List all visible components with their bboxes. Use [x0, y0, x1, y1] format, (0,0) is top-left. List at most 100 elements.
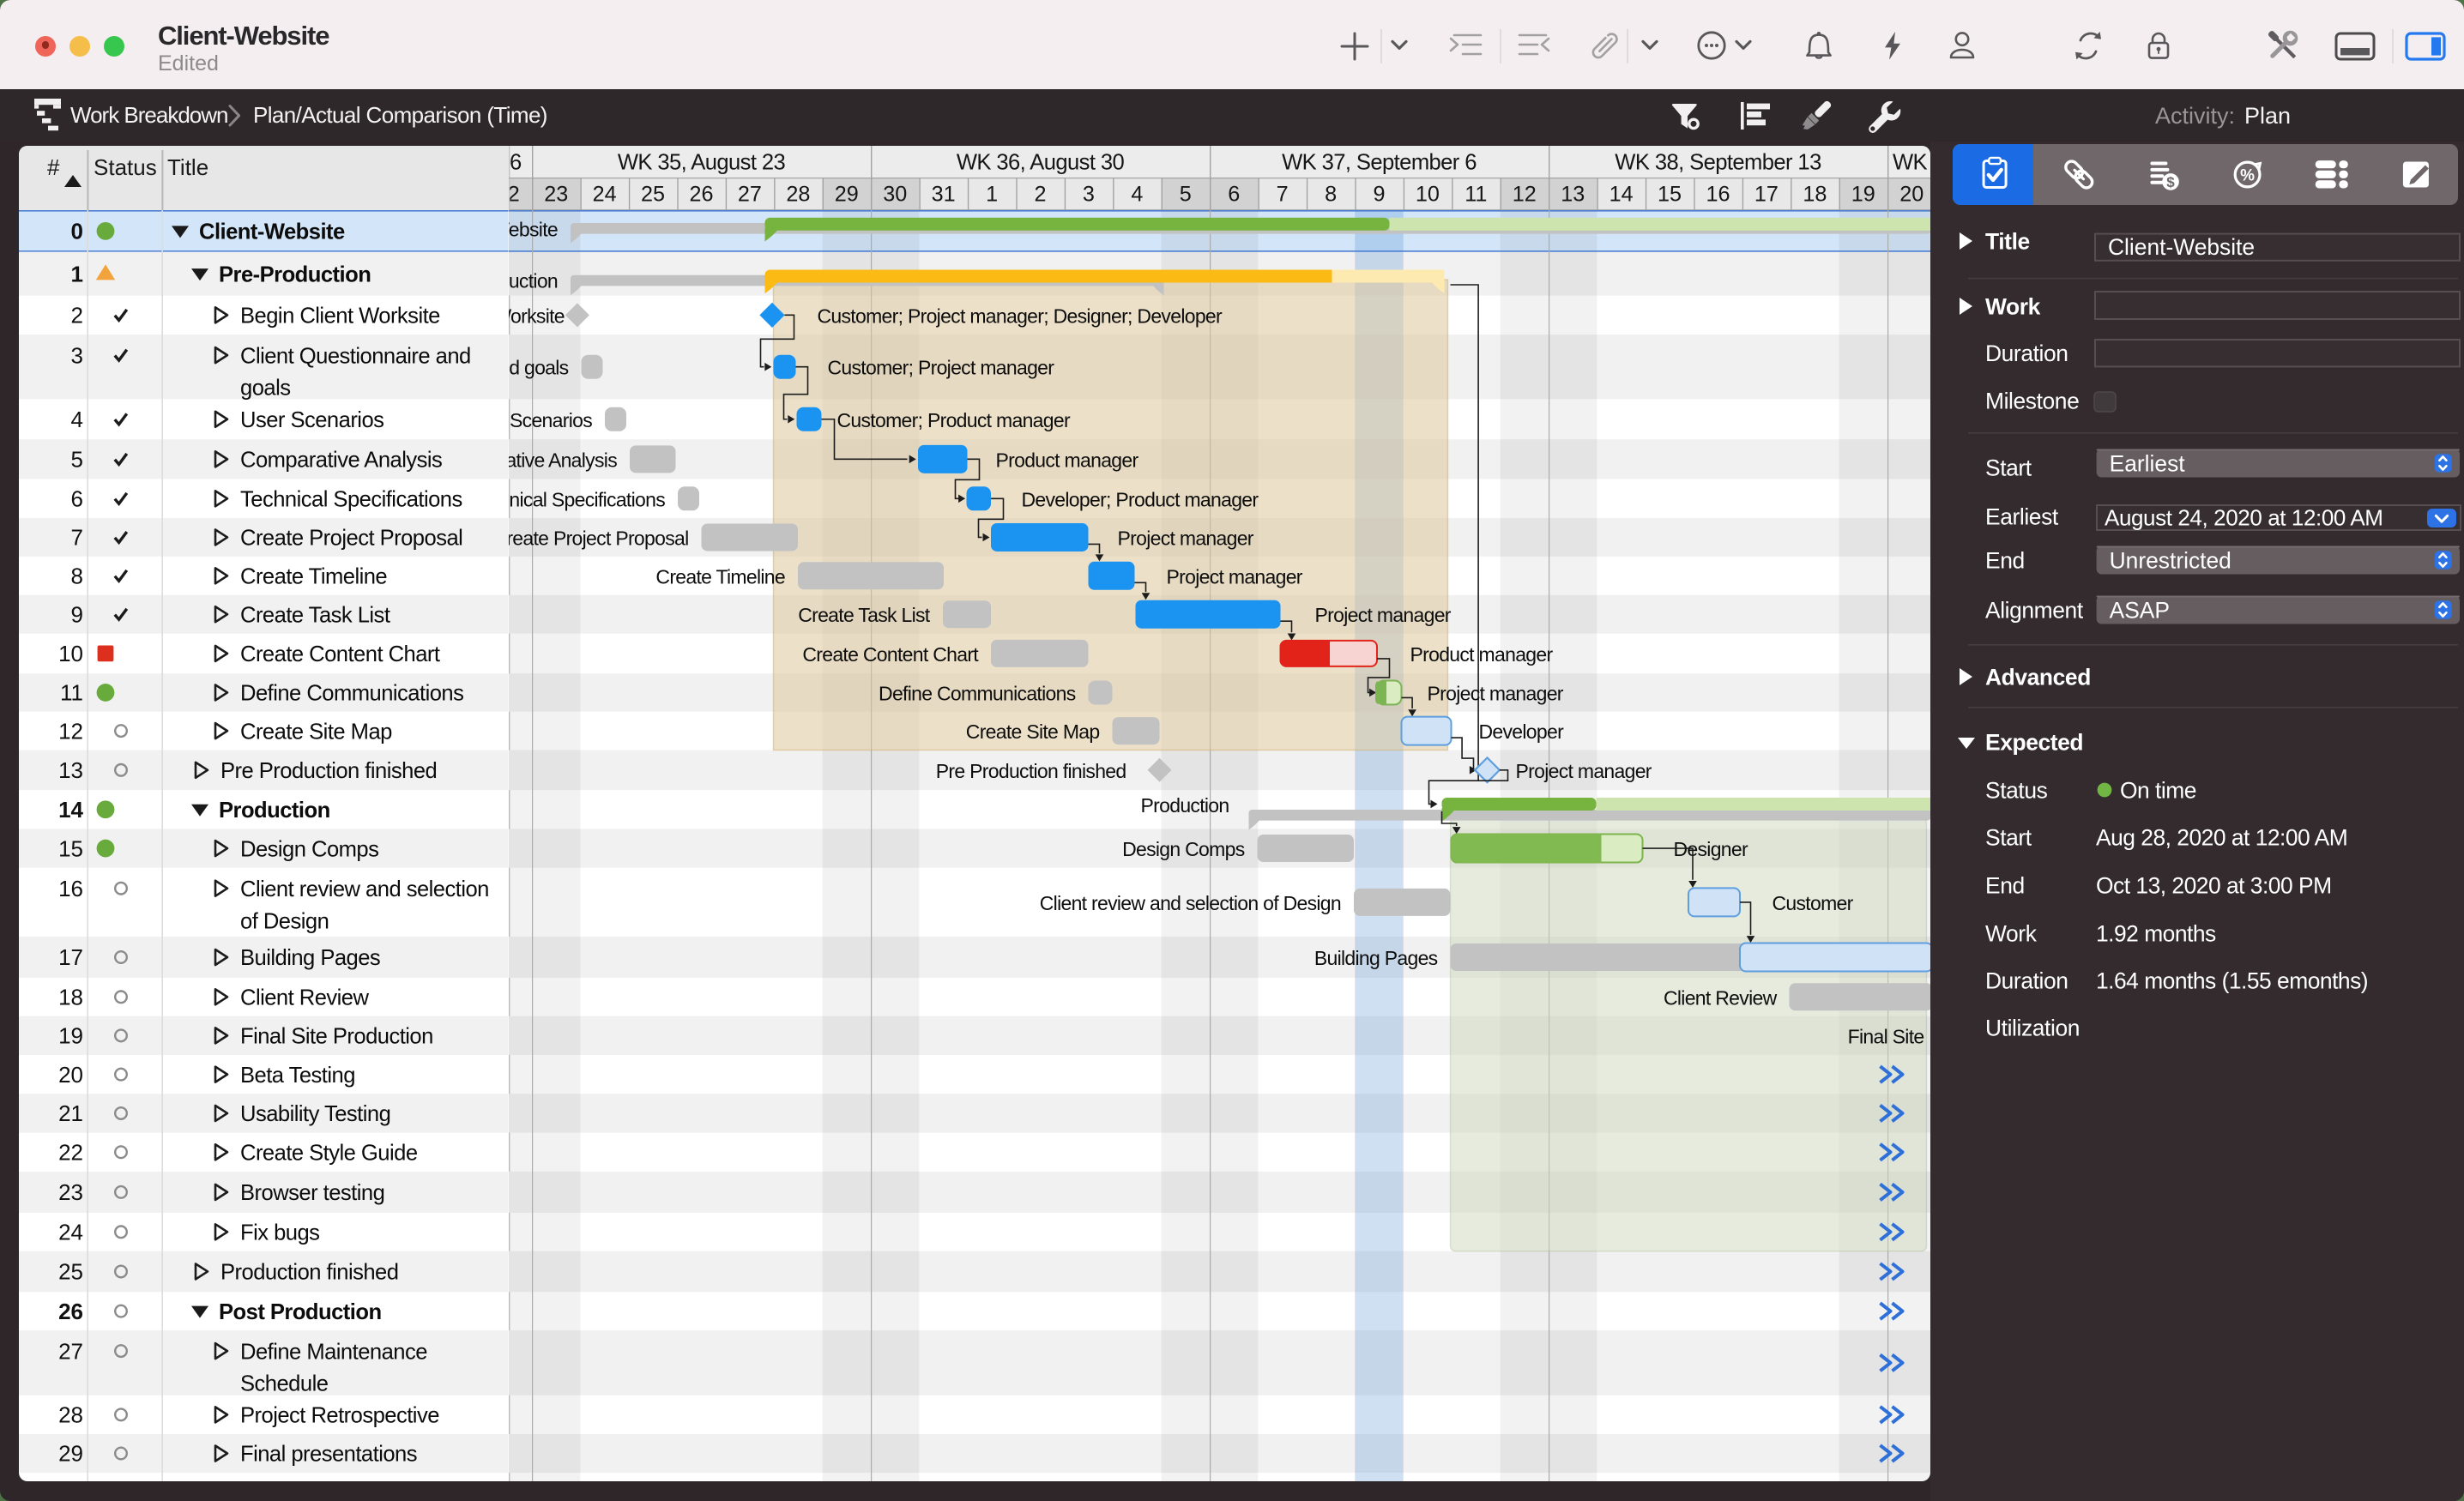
svg-text:17: 17 [58, 944, 83, 970]
svg-text:1.92 months: 1.92 months [2096, 920, 2216, 946]
svg-text:Client-Website: Client-Website [509, 218, 558, 240]
svg-text:Expected: Expected [1985, 729, 2083, 755]
svg-text:Project Retrospective: Project Retrospective [240, 1404, 439, 1428]
svg-text:Aug 28, 2020 at 12:00 AM: Aug 28, 2020 at 12:00 AM [2096, 824, 2347, 850]
svg-text:Client review and selection of: Client review and selection of Design [1039, 892, 1340, 914]
svg-text:Customer; Project manager; Des: Customer; Project manager; Designer; Dev… [817, 304, 1223, 327]
svg-text:13: 13 [1561, 183, 1585, 207]
svg-text:7: 7 [71, 525, 83, 551]
svg-text:WK 39, September 20: WK 39, September 20 [1893, 151, 1930, 175]
svg-text:Client Review: Client Review [240, 986, 369, 1010]
svg-text:Work: Work [1985, 920, 2038, 946]
svg-text:14: 14 [1609, 183, 1633, 207]
svg-text:25: 25 [58, 1259, 83, 1285]
svg-text:3: 3 [1082, 183, 1094, 207]
svg-text:4: 4 [1131, 183, 1143, 207]
svg-text:Create Timeline: Create Timeline [655, 565, 785, 588]
svg-text:Post Production: Post Production [219, 1300, 382, 1324]
svg-text:Developer: Developer [1478, 720, 1564, 743]
svg-text:12: 12 [1512, 183, 1536, 207]
svg-text:On time: On time [2120, 777, 2196, 803]
svg-text:Project manager: Project manager [1314, 604, 1451, 626]
svg-text:Unrestricted: Unrestricted [2110, 547, 2231, 573]
svg-text:User Scenarios: User Scenarios [240, 408, 383, 432]
svg-text:Client-Website: Client-Website [199, 220, 345, 244]
svg-text:Design Comps: Design Comps [240, 837, 378, 861]
svg-text:16: 16 [1706, 183, 1730, 207]
svg-text:Work Breakdown: Work Breakdown [70, 102, 228, 128]
svg-text:Project manager: Project manager [1427, 682, 1563, 704]
svg-text:1: 1 [986, 183, 998, 207]
svg-text:6: 6 [71, 486, 83, 512]
svg-text:0: 0 [71, 219, 83, 244]
svg-text:2: 2 [1034, 183, 1046, 207]
svg-text:Status: Status [1985, 777, 2048, 803]
svg-text:3: 3 [71, 342, 83, 368]
svg-text:Beta Testing: Beta Testing [240, 1064, 355, 1088]
svg-text:WK 34, August 16: WK 34, August 16 [509, 151, 522, 175]
svg-text:Production finished: Production finished [220, 1261, 398, 1285]
svg-text:Milestone: Milestone [1985, 388, 2079, 413]
svg-text:27: 27 [58, 1338, 83, 1364]
svg-text:Create Task List: Create Task List [240, 603, 390, 627]
svg-text:Pre Production finished: Pre Production finished [935, 760, 1126, 782]
svg-text:Alignment: Alignment [1985, 597, 2084, 623]
svg-text:Create Content Chart: Create Content Chart [240, 642, 440, 666]
svg-text:Client review and selection: Client review and selection [240, 877, 489, 901]
svg-text:26: 26 [689, 183, 713, 207]
svg-text:5: 5 [71, 447, 83, 473]
svg-text:Comparative Analysis: Comparative Analysis [240, 449, 442, 473]
svg-text:11: 11 [60, 680, 83, 706]
svg-text:#: # [47, 154, 60, 180]
svg-text:Production: Production [1140, 794, 1229, 817]
svg-text:Client Questionnaire and goals: Client Questionnaire and goals [509, 357, 569, 379]
svg-text:Client Questionnaire and: Client Questionnaire and [240, 344, 471, 368]
svg-text:Technical Specifications: Technical Specifications [240, 488, 462, 512]
svg-text:Schedule: Schedule [240, 1372, 329, 1396]
svg-text:7: 7 [1276, 183, 1288, 207]
svg-text:Define Communications: Define Communications [240, 682, 463, 706]
svg-text:Advanced: Advanced [1985, 664, 2091, 690]
svg-text:Pre-Production: Pre-Production [219, 262, 371, 286]
svg-text:Define Maintenance: Define Maintenance [240, 1340, 427, 1364]
svg-text:6: 6 [1228, 183, 1240, 207]
svg-text:8: 8 [71, 564, 83, 589]
svg-text:Create Content Chart: Create Content Chart [802, 643, 979, 666]
svg-text:Earliest: Earliest [1985, 503, 2059, 529]
svg-text:Define Communications: Define Communications [879, 682, 1076, 704]
svg-text:Designer: Designer [1673, 838, 1748, 860]
svg-text:Create Style Guide: Create Style Guide [240, 1141, 418, 1165]
svg-text:Begin Client Worksite: Begin Client Worksite [240, 304, 440, 329]
svg-text:Create Timeline: Create Timeline [240, 565, 387, 589]
svg-text:8: 8 [1325, 183, 1337, 207]
svg-text:30: 30 [883, 183, 907, 207]
svg-text:Final Site Production: Final Site Production [240, 1025, 433, 1049]
svg-text:31: 31 [931, 183, 955, 207]
svg-text:Start: Start [1985, 824, 2032, 850]
svg-text:Customer: Customer [1772, 892, 1853, 914]
svg-text:19: 19 [58, 1023, 83, 1049]
svg-text:15: 15 [1658, 183, 1682, 207]
svg-text:10: 10 [1415, 183, 1439, 207]
svg-text:Product manager: Product manager [995, 449, 1138, 471]
svg-text:Earliest: Earliest [2110, 450, 2186, 476]
svg-text:1: 1 [71, 261, 83, 286]
svg-text:24: 24 [592, 183, 616, 207]
svg-text:28: 28 [786, 183, 810, 207]
svg-text:of Design: of Design [240, 909, 329, 933]
svg-text:Project manager: Project manager [1117, 527, 1253, 549]
svg-text:Comparative Analysis: Comparative Analysis [509, 449, 617, 471]
svg-text:Start: Start [1985, 455, 2032, 480]
svg-text:Oct 13, 2020 at 3:00 PM: Oct 13, 2020 at 3:00 PM [2096, 872, 2332, 898]
svg-text:Title: Title [167, 154, 208, 180]
svg-text:Create Task List: Create Task List [798, 604, 931, 626]
svg-text:Final Site: Final Site [1847, 1025, 1923, 1047]
svg-text:29: 29 [58, 1441, 83, 1467]
svg-text:ASAP: ASAP [2110, 597, 2170, 623]
svg-text:Title: Title [1985, 228, 2030, 254]
svg-text:4: 4 [71, 407, 83, 432]
svg-text:Browser testing: Browser testing [240, 1181, 384, 1205]
svg-text:Create Site Map: Create Site Map [240, 720, 392, 744]
svg-text:14: 14 [58, 797, 83, 823]
svg-text:Pre Production finished: Pre Production finished [220, 759, 437, 783]
